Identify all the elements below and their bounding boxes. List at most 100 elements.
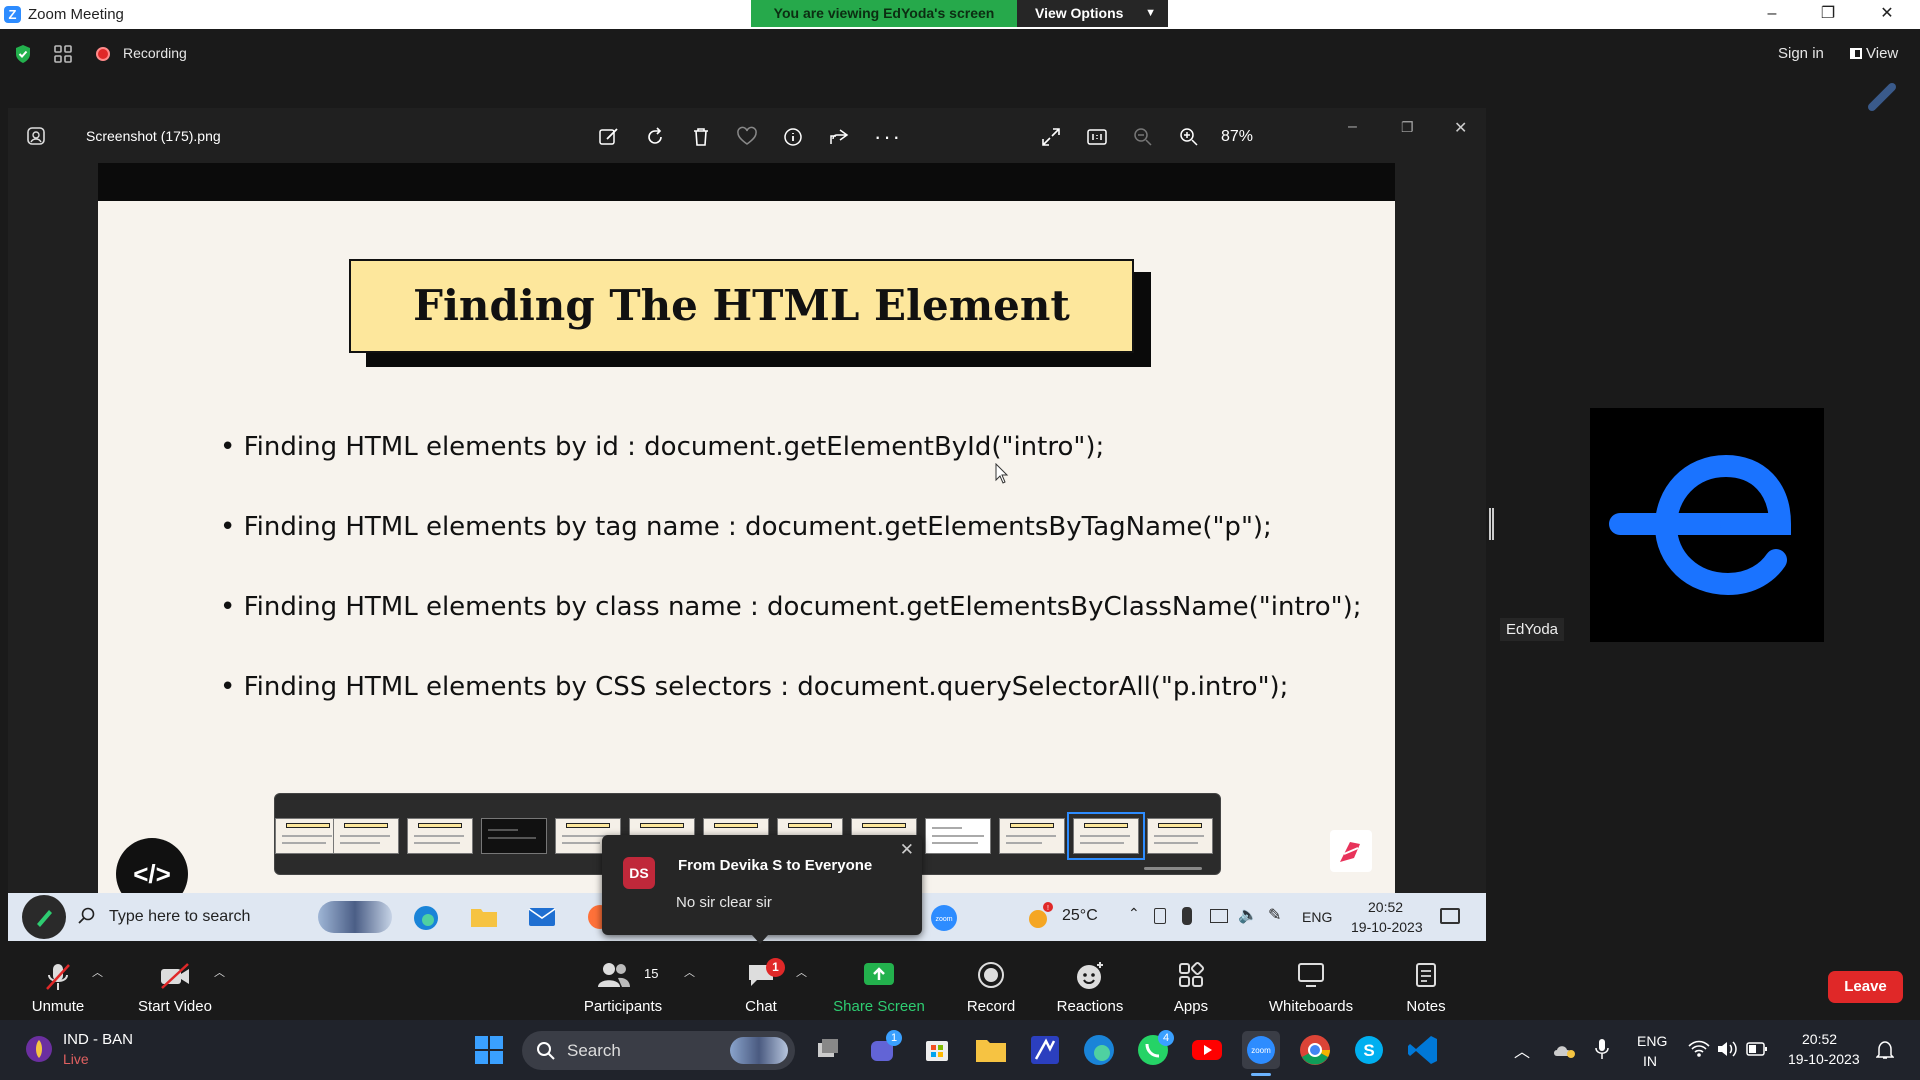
weather-widget-status[interactable]: Live xyxy=(63,1051,89,1067)
remote-search-box[interactable]: Type here to search xyxy=(109,908,250,926)
notification-bell-icon[interactable] xyxy=(1876,1040,1894,1060)
store-icon[interactable] xyxy=(918,1031,956,1069)
fullscreen-icon[interactable] xyxy=(1040,126,1062,148)
chat-button[interactable]: 1 Chat xyxy=(728,952,794,1020)
favorite-heart-icon[interactable] xyxy=(736,126,758,148)
view-options-button[interactable]: View Options ▼ xyxy=(1017,0,1168,27)
close-icon[interactable]: ✕ xyxy=(900,840,914,860)
remote-temperature[interactable]: 25°C xyxy=(1062,907,1098,925)
slide-thumbnail[interactable] xyxy=(925,818,991,854)
mail-icon[interactable] xyxy=(528,907,556,927)
slide-thumbnail[interactable] xyxy=(481,818,547,854)
weather-widget-icon[interactable] xyxy=(24,1034,54,1064)
video-options-caret-icon[interactable]: ︿ xyxy=(214,964,225,980)
remote-zoom-icon[interactable]: zoom xyxy=(930,904,958,932)
apps-button[interactable]: Apps xyxy=(1158,952,1224,1020)
chat-notification[interactable]: DS From Devika S to Everyone No sir clea… xyxy=(602,835,922,935)
record-button[interactable]: Record xyxy=(956,952,1026,1020)
close-window-button[interactable]: ✕ xyxy=(1860,0,1914,29)
leave-button[interactable]: Leave xyxy=(1828,971,1903,1003)
volume-icon[interactable] xyxy=(1716,1039,1738,1059)
clock-time[interactable]: 20:52 xyxy=(1802,1031,1837,1047)
viewer-maximize-button[interactable]: ❐ xyxy=(1401,119,1414,136)
share-screen-button[interactable]: Share Screen xyxy=(828,952,930,1020)
view-button[interactable]: View xyxy=(1850,45,1910,62)
remote-language[interactable]: ENG xyxy=(1302,909,1332,925)
grid-view-icon[interactable] xyxy=(54,45,72,63)
file-name: Screenshot (175).png xyxy=(86,128,221,144)
slide-thumbnail[interactable] xyxy=(1147,818,1213,854)
input-language-line1[interactable]: ENG xyxy=(1637,1033,1667,1049)
unmute-label: Unmute xyxy=(31,998,85,1015)
rotate-icon[interactable] xyxy=(644,126,666,148)
skype-icon[interactable]: S xyxy=(1350,1031,1388,1069)
unmute-button[interactable]: Unmute xyxy=(20,952,96,1020)
onedrive-icon[interactable] xyxy=(1552,1040,1576,1060)
audio-options-caret-icon[interactable]: ︿ xyxy=(92,964,103,980)
editor-app-icon[interactable] xyxy=(1026,1031,1064,1069)
participants-options-caret-icon[interactable]: ︿ xyxy=(684,964,695,980)
info-icon[interactable] xyxy=(782,126,804,148)
wifi-icon[interactable] xyxy=(1688,1040,1710,1058)
delete-icon[interactable] xyxy=(690,126,712,148)
zoom-out-icon[interactable] xyxy=(1132,126,1154,148)
edge-browser-icon[interactable] xyxy=(1080,1031,1118,1069)
viewer-minimize-button[interactable]: – xyxy=(1348,118,1357,136)
slide-thumbnail-selected[interactable] xyxy=(1067,812,1145,860)
tray-battery-icon[interactable] xyxy=(1210,909,1228,923)
shield-icon[interactable] xyxy=(14,44,32,64)
chat-options-caret-icon[interactable]: ︿ xyxy=(796,964,807,980)
input-language-line2[interactable]: IN xyxy=(1643,1053,1657,1069)
notes-button[interactable]: Notes xyxy=(1394,952,1458,1020)
more-options-icon[interactable]: ··· xyxy=(874,124,900,149)
panel-resize-handle[interactable] xyxy=(1489,508,1494,540)
clock-date[interactable]: 19-10-2023 xyxy=(1788,1051,1860,1067)
chrome-icon[interactable] xyxy=(1296,1031,1334,1069)
actual-size-icon[interactable] xyxy=(1086,126,1108,148)
reactions-button[interactable]: Reactions xyxy=(1050,952,1130,1020)
battery-icon[interactable] xyxy=(1746,1042,1768,1056)
tray-usb-icon[interactable] xyxy=(1182,907,1192,925)
share-screen-label: Share Screen xyxy=(833,998,925,1015)
tray-device-icon[interactable] xyxy=(1154,908,1166,924)
file-explorer-icon[interactable] xyxy=(470,905,498,929)
task-view-icon[interactable] xyxy=(808,1031,846,1069)
start-video-button[interactable]: Start Video xyxy=(128,952,222,1020)
whiteboards-button[interactable]: Whiteboards xyxy=(1254,952,1368,1020)
restore-button[interactable]: ❐ xyxy=(1801,0,1855,29)
edge-icon[interactable] xyxy=(412,904,440,932)
remote-clock-date[interactable]: 19-10-2023 xyxy=(1351,919,1423,935)
taskbar-search-box[interactable]: Search xyxy=(522,1031,795,1070)
folder-icon[interactable] xyxy=(972,1031,1010,1069)
weather-sun-icon[interactable]: ! xyxy=(1026,901,1054,931)
zoom-level[interactable]: 87% xyxy=(1221,128,1253,146)
viewer-close-button[interactable]: ✕ xyxy=(1454,118,1467,138)
thumbnail-scrollbar[interactable] xyxy=(1144,867,1202,870)
share-icon[interactable] xyxy=(828,126,850,148)
sign-in-link[interactable]: Sign in xyxy=(1778,45,1824,62)
slide-thumbnail[interactable] xyxy=(999,818,1065,854)
notification-center-icon[interactable] xyxy=(1440,908,1460,924)
minimize-button[interactable]: – xyxy=(1745,0,1799,29)
zoom-in-icon[interactable] xyxy=(1178,126,1200,148)
tray-volume-icon[interactable]: 🔈 xyxy=(1238,905,1258,925)
slide-thumbnail[interactable] xyxy=(333,818,399,854)
zoom-app-icon[interactable]: zoom xyxy=(1242,1031,1280,1069)
vscode-icon[interactable] xyxy=(1404,1031,1442,1069)
slide-thumbnail[interactable] xyxy=(407,818,473,854)
youtube-icon[interactable] xyxy=(1188,1031,1226,1069)
tray-pen-icon[interactable]: ✎ xyxy=(1268,905,1281,925)
recording-label[interactable]: Recording xyxy=(123,45,187,61)
tray-chevron-up-icon[interactable]: ⌃ xyxy=(1128,905,1140,922)
participants-button[interactable]: 15 Participants xyxy=(578,952,668,1020)
edit-image-icon[interactable] xyxy=(598,126,620,148)
participants-label: Participants xyxy=(583,998,663,1015)
windows-start-icon[interactable] xyxy=(470,1031,508,1069)
tray-overflow-chevron-icon[interactable]: ︿ xyxy=(1514,1038,1530,1062)
slide-thumbnail[interactable] xyxy=(275,818,341,854)
speaker-video-tile[interactable] xyxy=(1590,408,1824,642)
remote-start-button[interactable] xyxy=(22,895,66,939)
weather-widget-title[interactable]: IND - BAN xyxy=(63,1031,133,1048)
remote-clock-time[interactable]: 20:52 xyxy=(1368,899,1403,915)
microphone-icon[interactable] xyxy=(1594,1038,1610,1060)
